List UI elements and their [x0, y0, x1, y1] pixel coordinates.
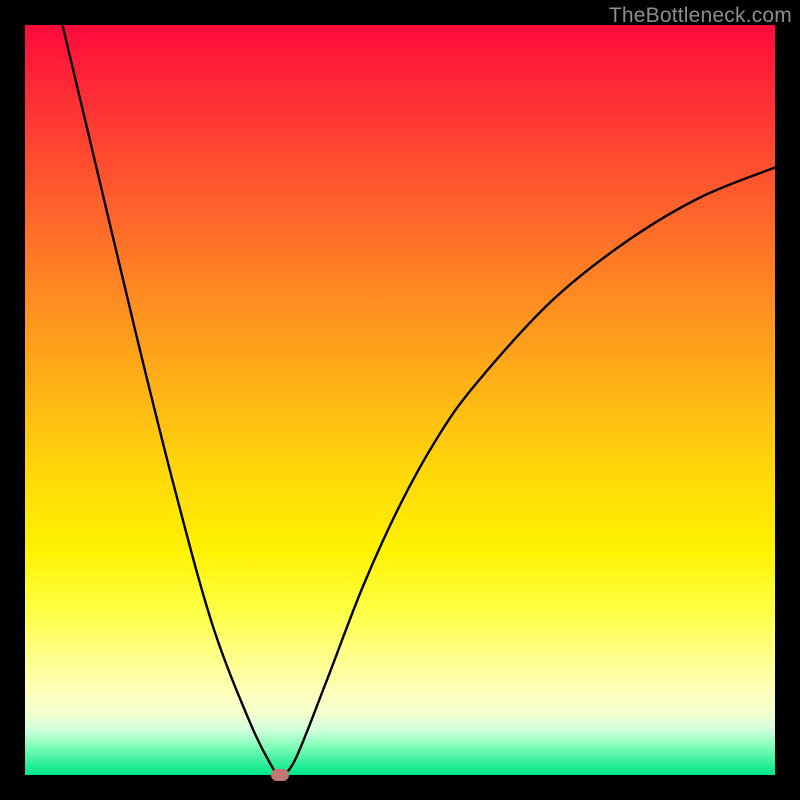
chart-frame: TheBottleneck.com — [0, 0, 800, 800]
plot-area — [25, 25, 775, 775]
optimum-marker — [271, 769, 289, 781]
curve-path — [63, 25, 776, 775]
bottleneck-curve — [25, 25, 775, 775]
